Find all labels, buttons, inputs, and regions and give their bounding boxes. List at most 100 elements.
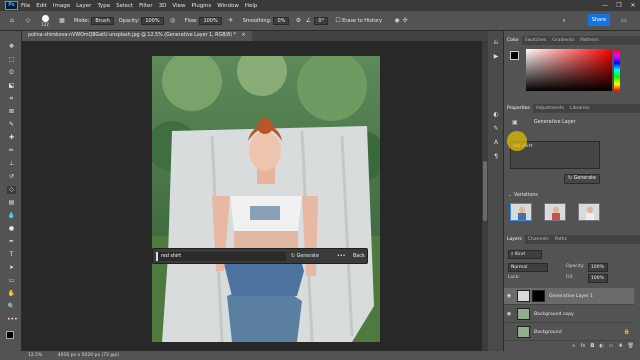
hand-tool-icon[interactable]: ✋ [7, 290, 16, 298]
character-panel-icon[interactable]: A [492, 139, 500, 147]
rectangle-tool-icon[interactable]: ▭ [7, 277, 16, 285]
pressure-opacity-icon[interactable]: ◎ [169, 17, 177, 25]
lasso-tool-icon[interactable]: ʘ [7, 69, 16, 77]
layer-row-generative[interactable]: ◉ Generative Layer 1 [504, 288, 634, 305]
paragraph-panel-icon[interactable]: ¶ [492, 153, 500, 161]
object-select-tool-icon[interactable]: ⬕ [7, 82, 16, 90]
menu-filter[interactable]: Filter [139, 3, 153, 9]
clone-stamp-tool-icon[interactable]: ⊥ [7, 160, 16, 168]
tab-swatches[interactable]: Swatches [522, 36, 550, 45]
menu-image[interactable]: Image [53, 3, 70, 9]
menu-window[interactable]: Window [217, 3, 239, 9]
smoothing-field[interactable]: 0% [273, 16, 290, 25]
variation-thumb-3[interactable] [578, 203, 600, 221]
share-button[interactable]: Share [588, 14, 610, 26]
visibility-eye-icon[interactable]: ◉ [504, 311, 514, 317]
menu-3d[interactable]: 3D [159, 3, 167, 9]
menu-edit[interactable]: Edit [36, 3, 47, 9]
zoom-tool-icon[interactable]: 🔍 [7, 303, 16, 311]
link-layers-icon[interactable]: ∞ [571, 343, 575, 351]
scrollbar-thumb[interactable] [483, 161, 487, 221]
actions-panel-icon[interactable]: ▶ [492, 53, 500, 61]
add-mask-icon[interactable]: ◘ [590, 343, 594, 351]
layer-row-background[interactable]: Background 🔒 [504, 324, 634, 341]
menu-type[interactable]: Type [97, 3, 110, 9]
variation-thumb-2[interactable] [544, 203, 566, 221]
smoothing-settings-icon[interactable]: ⚙ [294, 17, 302, 25]
erase-history-checkbox[interactable]: ☐ [334, 17, 342, 25]
delete-layer-icon[interactable]: 🗑 [628, 343, 634, 351]
airbrush-icon[interactable]: ✈ [227, 17, 235, 25]
adjustment-layer-icon[interactable]: ◐ [599, 343, 603, 351]
symmetry-icon[interactable]: ✣ [401, 17, 409, 25]
gradient-tool-icon[interactable]: ▤ [7, 199, 16, 207]
eyedropper-tool-icon[interactable]: ✎ [7, 121, 16, 129]
new-layer-icon[interactable]: ✚ [618, 343, 622, 351]
path-select-tool-icon[interactable]: ➤ [7, 264, 16, 272]
minimize-icon[interactable]: — [598, 0, 612, 11]
menu-select[interactable]: Select [116, 3, 133, 9]
history-panel-icon[interactable]: ⎌ [492, 39, 500, 47]
layer-opacity-field[interactable]: 100% [588, 263, 608, 272]
tab-layers[interactable]: Layers [504, 235, 525, 244]
menu-view[interactable]: View [172, 3, 185, 9]
type-tool-icon[interactable]: T [7, 251, 16, 259]
document-photo[interactable] [152, 56, 380, 342]
marquee-tool-icon[interactable]: ⬚ [7, 56, 16, 64]
crop-tool-icon[interactable]: ⌗ [7, 95, 16, 103]
tab-adjustments[interactable]: Adjustments [533, 104, 567, 113]
hue-slider[interactable] [614, 49, 620, 91]
frame-tool-icon[interactable]: ⊠ [7, 108, 16, 116]
properties-generate-button[interactable]: ↻ Generate [564, 174, 600, 184]
tab-libraries[interactable]: Libraries [567, 104, 592, 113]
angle-field[interactable]: 0° [314, 16, 329, 25]
home-icon[interactable]: ⌂ [8, 17, 16, 25]
photoshop-logo-icon[interactable]: Ps [5, 1, 18, 10]
color-field[interactable] [526, 49, 612, 91]
more-tools-icon[interactable]: ••• [7, 316, 18, 324]
brush-size-picker[interactable]: 122 [38, 14, 52, 27]
opacity-field[interactable]: 100% [141, 16, 164, 25]
tab-paths[interactable]: Paths [552, 235, 570, 244]
tab-patterns[interactable]: Patterns [577, 36, 602, 45]
brush-panel-icon[interactable]: ✎ [492, 125, 500, 133]
fx-icon[interactable]: fx [581, 343, 586, 351]
move-tool-icon[interactable]: ✥ [7, 43, 16, 51]
menu-file[interactable]: File [21, 3, 30, 9]
blur-tool-icon[interactable]: 💧 [7, 212, 16, 220]
document-tab[interactable]: polina-shirokova-nVWOmQ8GatU-unsplash.jp… [22, 31, 252, 41]
menu-layer[interactable]: Layer [76, 3, 91, 9]
tab-color[interactable]: Color [504, 36, 522, 45]
flow-field[interactable]: 100% [199, 16, 222, 25]
visibility-eye-icon[interactable]: ◉ [504, 293, 514, 299]
search-icon[interactable]: ⌕ [560, 17, 568, 25]
maximize-icon[interactable]: ❐ [612, 0, 626, 11]
adjustments-panel-icon[interactable]: ◐ [492, 111, 500, 119]
healing-tool-icon[interactable]: ✚ [7, 134, 16, 142]
pen-tool-icon[interactable]: ✒ [7, 238, 16, 246]
mode-select[interactable]: Brush [91, 16, 114, 25]
history-brush-tool-icon[interactable]: ↺ [7, 173, 16, 181]
eraser-tool-icon[interactable]: ◇ [24, 17, 32, 25]
variation-thumb-1[interactable] [510, 203, 532, 221]
pressure-size-icon[interactable]: ◉ [393, 17, 401, 25]
brush-settings-icon[interactable]: ▦ [58, 17, 66, 25]
generate-button[interactable]: ↻ Generate [291, 252, 329, 261]
color-foreground-swatch[interactable] [510, 51, 519, 60]
dodge-tool-icon[interactable]: ● [7, 225, 16, 233]
back-button[interactable]: Back [353, 252, 365, 261]
layer-row-background-copy[interactable]: ◉ Background copy [504, 306, 634, 323]
variations-chevron-icon[interactable]: ⌄ [508, 193, 512, 198]
blend-mode-select[interactable]: Normal [508, 263, 548, 272]
tab-gradients[interactable]: Gradients [549, 36, 577, 45]
prompt-input[interactable]: red shirt [156, 252, 286, 261]
workspace-icon[interactable]: ▭ [620, 17, 628, 25]
close-tab-icon[interactable]: × [242, 33, 246, 38]
brush-tool-icon[interactable]: ✏ [7, 147, 16, 155]
fill-field[interactable]: 100% [588, 274, 608, 283]
tab-channels[interactable]: Channels [525, 235, 552, 244]
menu-plugins[interactable]: Plugins [191, 3, 211, 9]
more-options-button[interactable]: ••• [337, 252, 346, 261]
layer-filter-kind[interactable]: ⌕ Kind [508, 250, 542, 259]
close-window-icon[interactable]: ✕ [626, 0, 640, 11]
